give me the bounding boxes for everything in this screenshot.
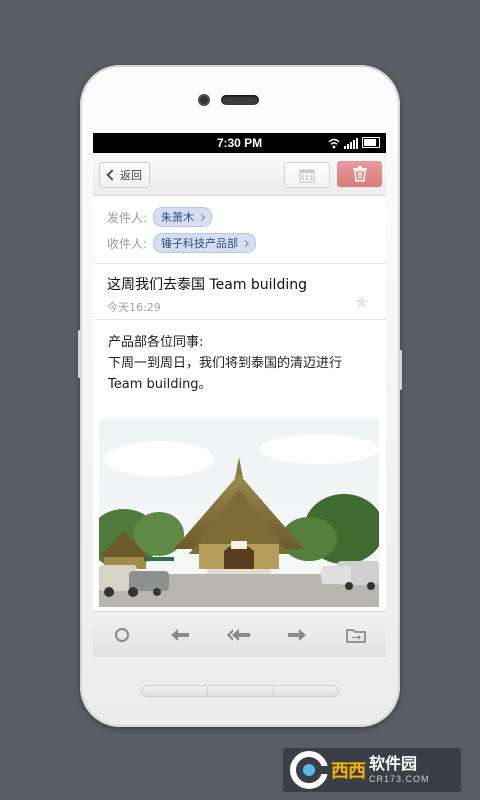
star-icon[interactable]: ★ [354, 292, 370, 313]
from-row: 发件人: 朱萧木 [107, 204, 386, 230]
reply-all-button[interactable] [210, 612, 268, 657]
sender-name: 朱萧木 [161, 211, 194, 224]
mail-toolbar: 返回 [93, 153, 386, 196]
circle-icon [115, 628, 129, 642]
body-line: 产品部各位同事: [108, 335, 204, 350]
chevron-left-icon [106, 169, 118, 181]
delete-button[interactable] [337, 161, 382, 187]
back-button[interactable]: 返回 [99, 162, 150, 188]
back-label: 返回 [120, 169, 142, 182]
calendar-button[interactable] [284, 162, 330, 188]
status-icons [328, 137, 380, 149]
volume-button [78, 330, 81, 378]
reply-button[interactable] [151, 612, 209, 657]
mail-subject: 这周我们去泰国 Team building [107, 277, 307, 293]
from-label: 发件人: [107, 210, 148, 225]
calendar-icon [299, 168, 315, 183]
watermark-brand: 西西 [331, 761, 366, 782]
body-line: 下周一到周日，我们将到泰国的清迈进行 [108, 356, 343, 371]
forward-button[interactable] [268, 612, 326, 657]
status-bar: 7:30 PM [93, 133, 386, 153]
move-to-folder-icon [346, 629, 366, 643]
watermark-title: 软件园 [369, 754, 418, 773]
power-button [399, 350, 402, 390]
trash-icon [352, 166, 367, 182]
watermark-text: 软件园 CR173.COM [369, 756, 430, 784]
recipient-chip[interactable]: 锤子科技产品部 [153, 233, 256, 253]
battery-icon [362, 137, 380, 148]
mail-photo[interactable] [99, 419, 379, 607]
sender-chip[interactable]: 朱萧木 [153, 207, 212, 227]
recipient-name: 锤子科技产品部 [161, 237, 238, 250]
temple-photo [99, 419, 379, 607]
earpiece-speaker [221, 95, 259, 105]
phone-screen: 7:30 PM 返回 发件人: 朱萧木 收件人: 锤子科技产品部 这周我们去泰国… [93, 133, 386, 657]
reply-all-icon [227, 629, 250, 641]
home-button[interactable] [141, 685, 339, 697]
signal-icon [344, 138, 358, 149]
body-line: Team building。 [108, 377, 212, 392]
wifi-icon [328, 138, 340, 149]
site-logo-icon [290, 751, 329, 789]
move-to-folder-button[interactable] [327, 612, 385, 657]
front-camera [198, 94, 210, 106]
watermark-url: CR173.COM [369, 774, 430, 784]
reply-icon [171, 629, 189, 641]
mail-date: 今天16:29 [107, 301, 161, 314]
mail-body: 产品部各位同事: 下周一到周日，我们将到泰国的清迈进行 Team buildin… [93, 320, 386, 405]
site-watermark: 西西 软件园 CR173.COM [283, 748, 461, 792]
mail-actions-bar [93, 611, 386, 657]
chevron-right-icon [197, 213, 206, 221]
mail-recipients: 发件人: 朱萧木 收件人: 锤子科技产品部 [93, 196, 386, 264]
circle-button[interactable] [93, 612, 151, 657]
subject-block: 这周我们去泰国 Team building 今天16:29 ★ [93, 264, 386, 320]
to-label: 收件人: [107, 236, 148, 251]
to-row: 收件人: 锤子科技产品部 [107, 230, 386, 256]
chevron-right-icon [241, 239, 250, 247]
forward-icon [288, 629, 306, 641]
